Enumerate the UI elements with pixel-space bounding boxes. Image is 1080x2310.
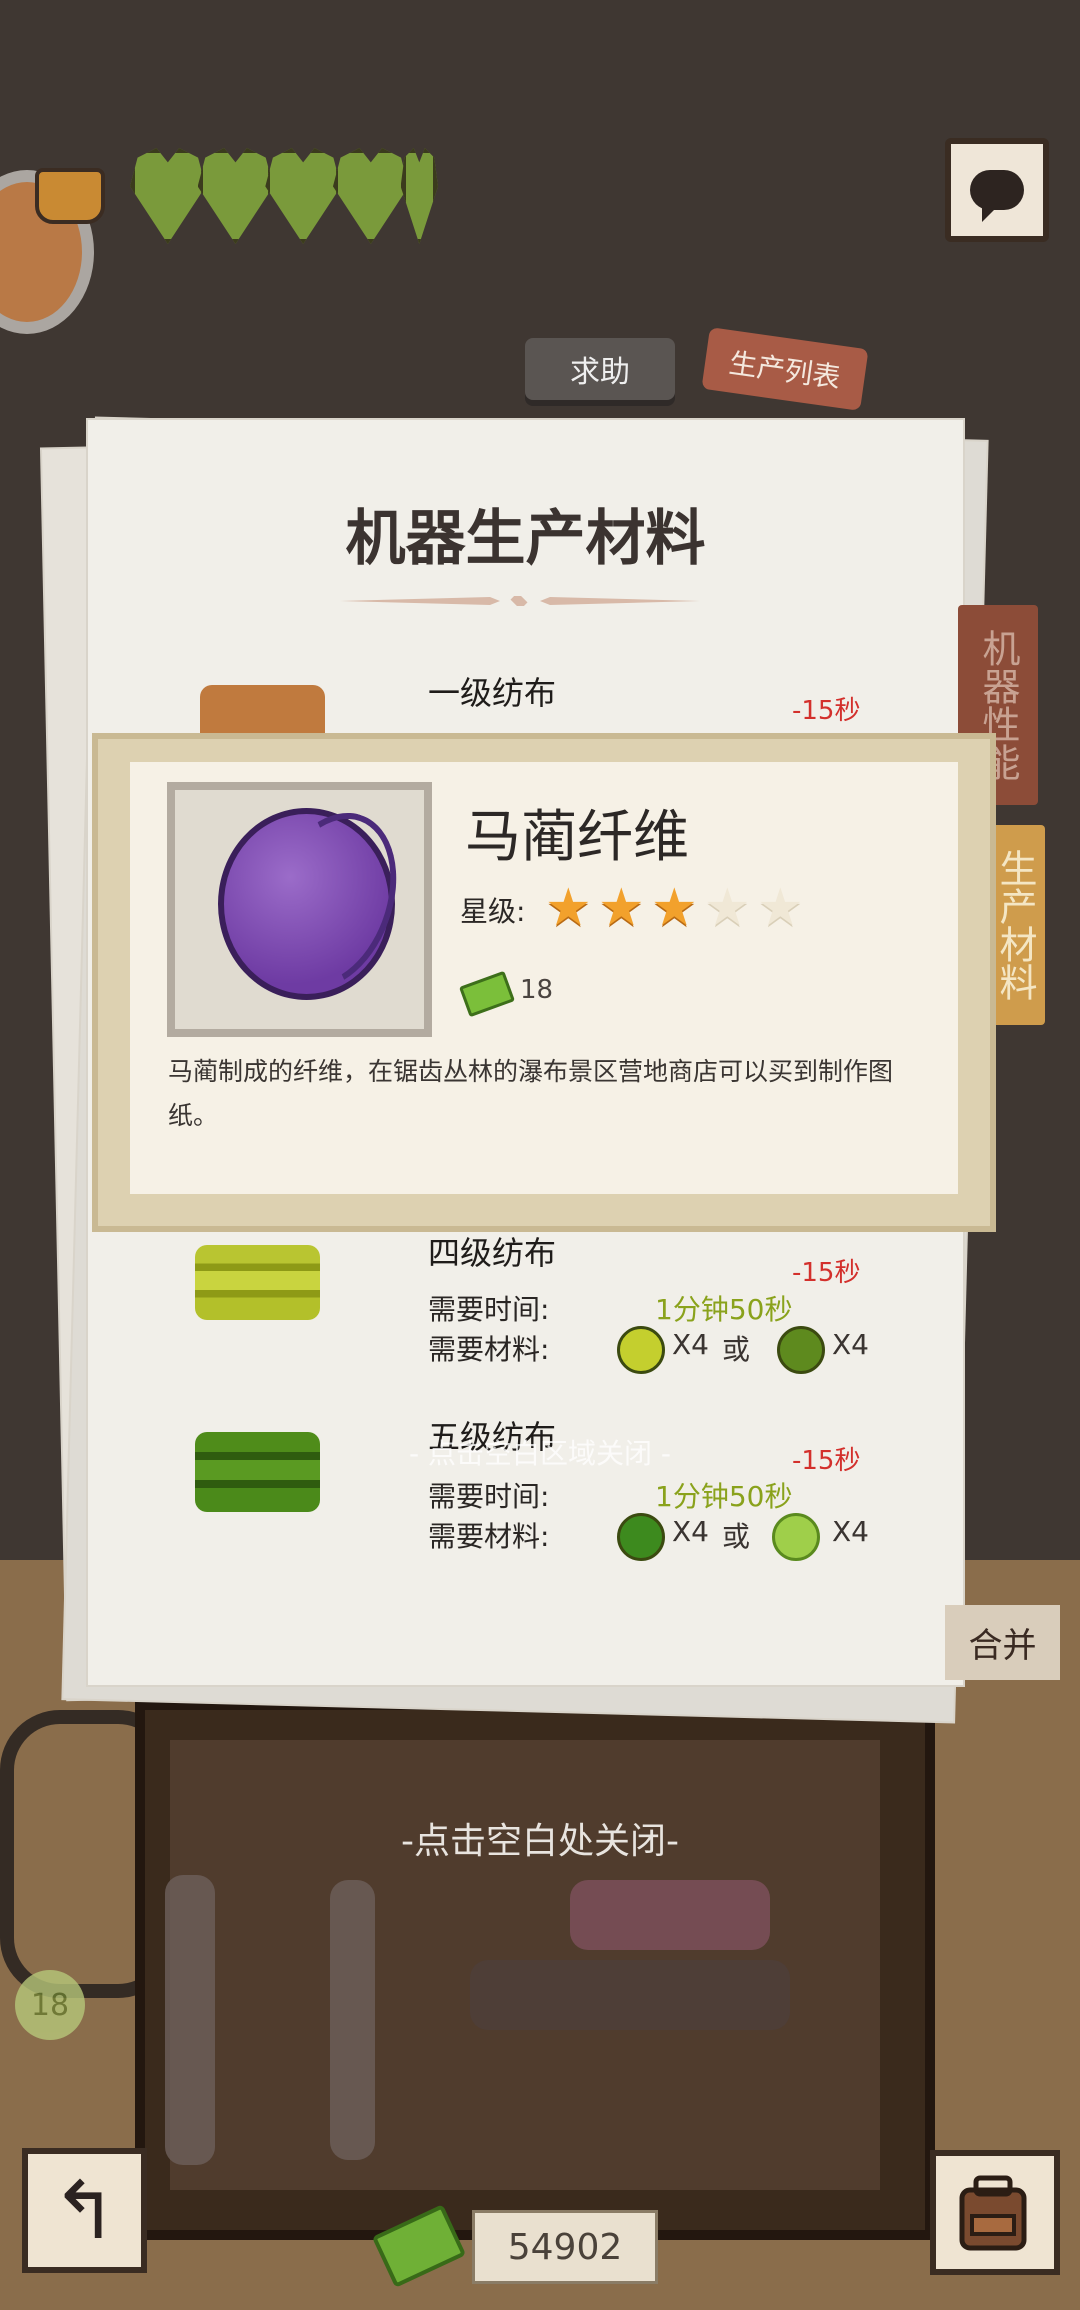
heart-icon: [332, 148, 409, 244]
backpack-button[interactable]: [930, 2150, 1060, 2275]
row4-qty-b: X4: [832, 1328, 869, 1361]
star-icon: ★: [651, 878, 698, 938]
row4-time: 1分钟50秒: [655, 1293, 793, 1326]
cabbage-icon: [772, 1513, 820, 1561]
chat-icon: [970, 170, 1024, 222]
star-icon: ★: [598, 878, 645, 938]
meat-icon[interactable]: [570, 1880, 770, 1950]
chat-button[interactable]: [945, 138, 1049, 242]
wood-log-icon[interactable]: [470, 1960, 790, 2030]
heart-icon: [400, 148, 438, 244]
heart-icon: [130, 148, 206, 244]
close-hint[interactable]: -点击空白处关闭-: [0, 1812, 1080, 1864]
item-name: 马蔺纤维: [465, 805, 689, 870]
merge-button[interactable]: 合并: [945, 1605, 1060, 1680]
item-price: 18: [520, 975, 554, 1005]
close-hint-small[interactable]: - 点击空白区域关闭 -: [0, 1432, 1080, 1472]
branch-icon[interactable]: [330, 1880, 375, 2160]
row4-material-label: 需要材料:: [428, 1333, 550, 1366]
row4-time-label: 需要时间:: [428, 1293, 550, 1326]
back-button[interactable]: ↰: [22, 2148, 147, 2273]
star-icon: ★: [545, 878, 592, 938]
row4-timer: -15秒: [792, 1258, 861, 1288]
row4-or: 或: [722, 1333, 751, 1366]
log-icon[interactable]: [165, 1875, 215, 2165]
star-label: 星级:: [460, 895, 526, 928]
heart-icon: [197, 148, 274, 244]
yarn-ball-icon: [617, 1513, 665, 1561]
title-divider: [340, 596, 700, 606]
cooking-pot-icon[interactable]: [35, 168, 105, 224]
cloth-level4-icon: [195, 1245, 320, 1320]
backpack-icon: [959, 2175, 1027, 2250]
star-icon: ★: [757, 878, 804, 938]
back-arrow-icon: ↰: [50, 2164, 119, 2257]
item-description: 马蔺制成的纤维，在锯齿丛林的瀑布景区营地商店可以买到制作图纸。: [168, 1057, 894, 1130]
row4-name: 四级纺布: [428, 1234, 557, 1272]
row4-qty-a: X4: [672, 1328, 709, 1361]
row1-name: 一级纺布: [428, 674, 557, 712]
row5-material-label: 需要材料:: [428, 1520, 550, 1553]
money-counter: 54902: [472, 2210, 658, 2284]
row5-qty-a: X4: [672, 1515, 709, 1548]
heart-icon: [265, 148, 341, 244]
row5-qty-b: X4: [832, 1515, 869, 1548]
panel-title: 机器生产材料: [345, 504, 706, 574]
yarn-ball-icon: [777, 1326, 825, 1374]
production-list-tab[interactable]: 生产列表: [701, 327, 869, 411]
row1-timer: -15秒: [792, 696, 861, 726]
yarn-ball-icon: [617, 1326, 665, 1374]
level-badge: 18: [15, 1970, 85, 2040]
help-tab[interactable]: 求助: [525, 338, 675, 400]
row5-time-label: 需要时间:: [428, 1480, 550, 1513]
star-icon: ★: [704, 878, 751, 938]
health-hearts: [130, 148, 438, 244]
row5-or: 或: [722, 1520, 751, 1553]
row5-time: 1分钟50秒: [655, 1480, 793, 1513]
